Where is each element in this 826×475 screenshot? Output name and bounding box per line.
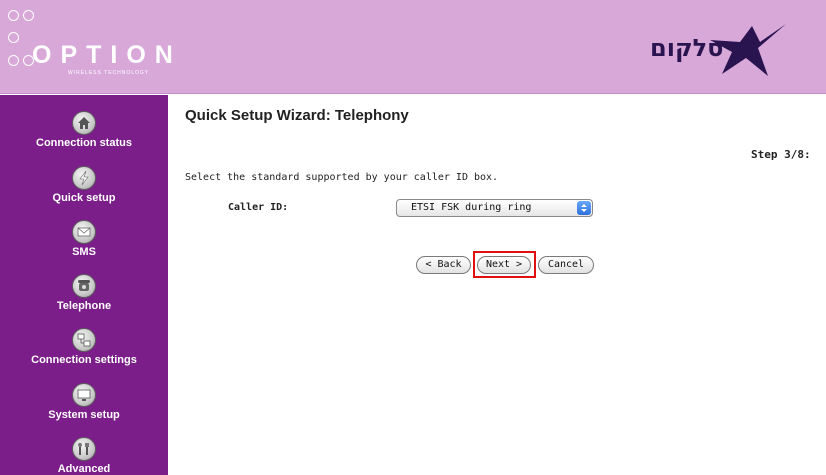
lightning-icon — [72, 166, 96, 190]
sidebar-item-label: Connection settings — [31, 354, 137, 366]
logo-circle — [23, 10, 34, 21]
step-indicator: Step 3/8: — [751, 148, 811, 161]
network-icon — [72, 328, 96, 352]
logo-circle — [8, 55, 19, 66]
caller-id-label: Caller ID: — [228, 202, 289, 213]
instruction-text: Select the standard supported by your ca… — [185, 172, 499, 183]
star-icon — [710, 24, 786, 76]
sidebar-item-telephone[interactable]: Telephone — [0, 274, 168, 328]
updown-arrow-icon — [577, 201, 591, 215]
sidebar-item-label: Quick setup — [52, 192, 116, 204]
sidebar-item-label: System setup — [48, 409, 120, 421]
sidebar-item-label: SMS — [72, 246, 96, 258]
next-button-highlight — [473, 251, 536, 278]
sidebar-item-connection-settings[interactable]: Connection settings — [0, 328, 168, 382]
caller-id-select[interactable]: ETSI FSK during ring — [396, 199, 593, 217]
back-button[interactable]: < Back — [416, 256, 471, 274]
sidebar-item-label: Advanced — [57, 463, 111, 475]
celcom-logo: סלקום — [644, 22, 792, 78]
logo-circle — [8, 32, 19, 43]
option-logo-text: OPTION — [32, 41, 182, 69]
option-logo: OPTION WIRELESS TECHNOLOGY — [8, 10, 173, 82]
option-logo-subtitle: WIRELESS TECHNOLOGY — [68, 70, 150, 76]
cancel-button[interactable]: Cancel — [538, 256, 594, 274]
sidebar-item-quick-setup[interactable]: Quick setup — [0, 166, 168, 220]
sidebar-item-advanced[interactable]: Advanced — [0, 437, 168, 475]
telephone-icon — [72, 274, 96, 298]
home-icon — [72, 111, 96, 135]
caller-id-selected-value: ETSI FSK during ring — [411, 202, 532, 213]
header-banner: OPTION WIRELESS TECHNOLOGY סלקום — [0, 0, 826, 94]
sidebar-item-sms[interactable]: SMS — [0, 220, 168, 274]
sidebar-item-connection-status[interactable]: Connection status — [0, 111, 168, 165]
sidebar-item-label: Connection status — [36, 137, 132, 149]
sidebar-nav: Connection status Quick setup SMS Teleph… — [0, 95, 168, 475]
monitor-icon — [72, 383, 96, 407]
envelope-icon — [72, 220, 96, 244]
logo-circle — [8, 10, 19, 21]
sidebar-item-label: Telephone — [56, 300, 112, 312]
page-title: Quick Setup Wizard: Telephony — [185, 107, 409, 124]
sidebar-item-system-setup[interactable]: System setup — [0, 383, 168, 437]
tools-icon — [72, 437, 96, 461]
